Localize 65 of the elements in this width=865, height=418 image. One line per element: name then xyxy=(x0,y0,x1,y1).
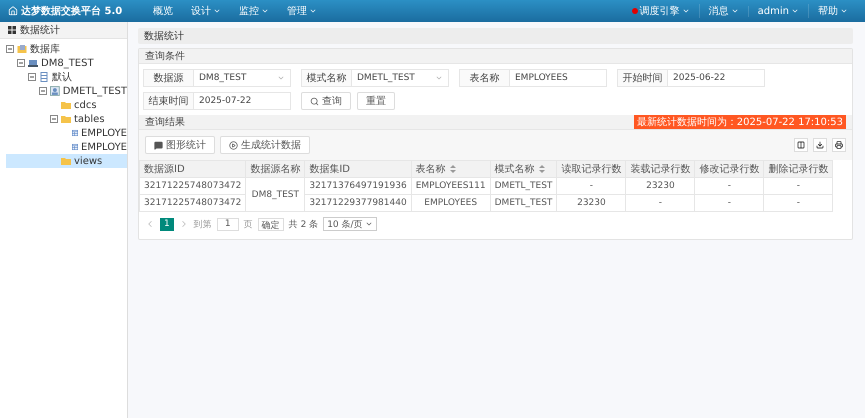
column-header: 数据源ID xyxy=(140,160,246,178)
menu-item[interactable]: admin xyxy=(748,6,808,16)
tree-item[interactable]: EMPLOYE xyxy=(6,126,127,140)
table-cell: 32171225748073472 xyxy=(140,178,246,194)
menu-item[interactable]: 管理 xyxy=(278,4,326,18)
column-header[interactable]: 表名称 xyxy=(411,160,490,178)
app-title: 达梦数据交换平台 5.0 xyxy=(8,4,122,18)
table-cell: EMPLOYEES111 xyxy=(411,178,490,194)
tree-item[interactable]: views xyxy=(6,154,127,168)
tree-item[interactable]: DM8_TEST xyxy=(6,56,127,70)
sidebar-title: 数据统计 xyxy=(20,24,60,37)
reset-button[interactable]: 重置 xyxy=(357,92,395,110)
menu-item[interactable]: 设计 xyxy=(182,4,230,18)
confirm-button[interactable]: 确定 xyxy=(258,218,284,230)
section-title: 查询结果 xyxy=(145,116,185,129)
column-header: 修改记录行数 xyxy=(694,160,764,178)
menu-item[interactable]: 帮助 xyxy=(808,4,857,18)
column-header[interactable]: 模式名称 xyxy=(490,160,557,178)
toolbar-button[interactable]: 生成统计数据 xyxy=(220,136,310,154)
page-unit-label: 页 xyxy=(244,218,253,230)
tree-item[interactable]: cdcs xyxy=(6,98,127,112)
select-field[interactable]: 模式名称 DMETL_TEST xyxy=(301,69,449,87)
notice-label: 最新统计数据时间为：2025-07-22 17:10:53 xyxy=(634,115,846,129)
table-cell: - xyxy=(694,194,764,212)
total-count: 共 2 条 xyxy=(288,218,318,230)
column-header: 装载记录行数 xyxy=(626,160,695,178)
page-button[interactable]: 1 xyxy=(160,218,174,230)
menu-item[interactable]: 消息 xyxy=(698,4,748,18)
input-field[interactable]: 结束时间 2025-07-22 xyxy=(143,92,291,110)
menu-item[interactable]: 监控 xyxy=(230,4,278,18)
table-cell: DMETL_TEST xyxy=(490,178,557,194)
input-field[interactable]: 开始时间 2025-06-22 xyxy=(617,69,765,87)
table-cell: - xyxy=(764,178,833,194)
toolbar-button[interactable]: 图形统计 xyxy=(145,136,215,154)
menu-item[interactable]: 概览 xyxy=(144,4,182,18)
input-field[interactable]: 表名称 EMPLOYEES xyxy=(459,69,607,87)
menu-item[interactable]: 调度引擎 xyxy=(622,4,699,18)
tree-item[interactable]: 数据库 xyxy=(6,42,127,56)
column-header: 读取记录行数 xyxy=(556,160,626,178)
search-button[interactable]: 查询 xyxy=(301,92,351,110)
table-cell: 32171376497191936 xyxy=(304,178,412,194)
table-cell: 32171229377981440 xyxy=(304,194,412,212)
column-header: 数据源名称 xyxy=(246,160,305,178)
column-header: 删除记录行数 xyxy=(764,160,833,178)
table-cell: 23230 xyxy=(556,194,626,212)
tree-item[interactable]: 默认 xyxy=(6,70,127,84)
table-cell: - xyxy=(694,178,764,194)
table-cell: - xyxy=(764,194,833,212)
table-cell: 23230 xyxy=(626,178,695,194)
tree-item[interactable]: EMPLOYE xyxy=(6,140,127,154)
table-cell: - xyxy=(556,178,626,194)
page-input[interactable]: 1 xyxy=(216,218,239,230)
section-title: 查询条件 xyxy=(145,50,185,63)
column-header: 数据集ID xyxy=(304,160,412,178)
select-field[interactable]: 数据源 DM8_TEST xyxy=(143,69,291,87)
goto-label: 到第 xyxy=(194,218,212,230)
table-cell: 32171225748073472 xyxy=(140,194,246,212)
page-size-select[interactable]: 10 条/页 xyxy=(323,217,377,231)
table-cell: - xyxy=(626,194,695,212)
table-cell: DMETL_TEST xyxy=(490,194,557,212)
tree-item[interactable]: tables xyxy=(6,112,127,126)
table-cell: EMPLOYEES xyxy=(411,194,490,212)
tree-item[interactable]: DMETL_TEST xyxy=(6,84,127,98)
table-cell: DM8_TEST xyxy=(246,178,305,212)
page-title: 数据统计 xyxy=(138,28,853,44)
